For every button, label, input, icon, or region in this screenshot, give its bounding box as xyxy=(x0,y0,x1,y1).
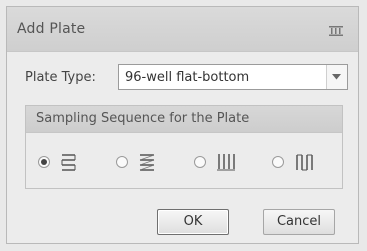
cancel-button[interactable]: Cancel xyxy=(263,209,335,235)
sampling-options xyxy=(26,150,342,174)
sampling-sequence-header: Sampling Sequence for the Plate xyxy=(26,106,342,133)
dialog-titlebar[interactable]: Add Plate xyxy=(7,7,358,52)
add-plate-dialog: Add Plate Plate Type: 96-well flat-botto… xyxy=(6,6,359,244)
sampling-sequence-title: Sampling Sequence for the Plate xyxy=(36,111,250,126)
option-row-raster[interactable] xyxy=(116,150,176,174)
plate-type-select[interactable]: 96-well flat-bottom xyxy=(118,64,348,90)
chevron-down-icon xyxy=(332,74,341,80)
radio-column-serpentine[interactable] xyxy=(272,156,284,168)
radio-column-raster[interactable] xyxy=(194,156,206,168)
column-serpentine-icon xyxy=(296,154,313,171)
ok-button[interactable]: OK xyxy=(157,209,229,235)
radio-row-raster[interactable] xyxy=(116,156,128,168)
row-raster-icon xyxy=(139,154,155,171)
option-row-serpentine[interactable] xyxy=(38,150,98,174)
option-column-serpentine[interactable] xyxy=(272,150,332,174)
row-serpentine-icon xyxy=(61,154,76,171)
radio-row-serpentine[interactable] xyxy=(38,156,50,168)
grip-icon[interactable] xyxy=(328,25,344,37)
column-raster-icon xyxy=(217,154,235,171)
option-column-raster[interactable] xyxy=(194,150,254,174)
plate-type-label: Plate Type: xyxy=(25,70,96,85)
plate-type-value: 96-well flat-bottom xyxy=(125,70,250,85)
sampling-sequence-group: Sampling Sequence for the Plate xyxy=(25,105,343,189)
plate-type-row: Plate Type: 96-well flat-bottom xyxy=(25,64,358,90)
dropdown-button[interactable] xyxy=(326,65,347,89)
dialog-title: Add Plate xyxy=(17,21,86,37)
